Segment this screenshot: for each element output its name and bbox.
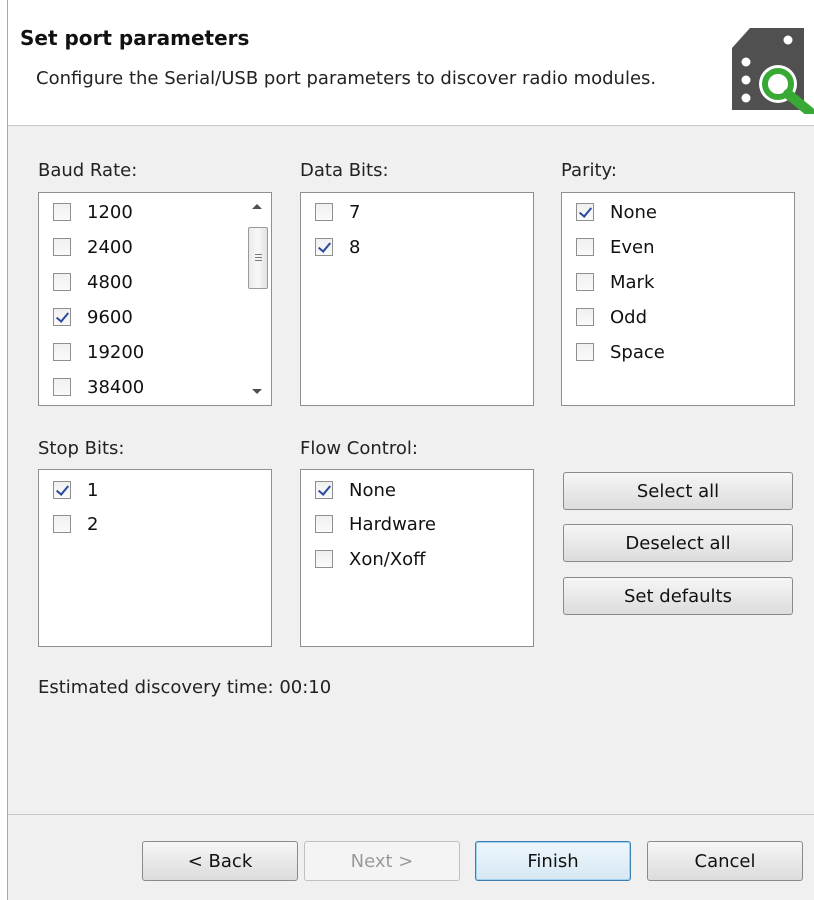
item-label: 9600 xyxy=(87,306,133,328)
checkbox[interactable] xyxy=(315,550,333,568)
back-button[interactable]: < Back xyxy=(142,841,298,881)
data-bits-label: Data Bits: xyxy=(300,160,389,181)
item-label: 8 xyxy=(349,236,361,258)
stop-bits-item-1[interactable]: 1 xyxy=(53,476,98,504)
checkbox[interactable] xyxy=(576,273,594,291)
baud-rate-item-38400[interactable]: 38400 xyxy=(53,373,144,401)
item-label: Mark xyxy=(610,271,655,293)
set-defaults-button[interactable]: Set defaults xyxy=(563,577,793,615)
parity-item-space[interactable]: Space xyxy=(576,338,665,366)
item-label: Space xyxy=(610,341,665,363)
scroll-up-arrow-icon[interactable] xyxy=(252,204,262,209)
checkbox[interactable] xyxy=(53,515,71,533)
stop-bits-label: Stop Bits: xyxy=(38,438,125,459)
checkbox[interactable] xyxy=(315,238,333,256)
item-label: 38400 xyxy=(87,376,145,398)
scrollbar-thumb[interactable] xyxy=(248,227,268,289)
cancel-button[interactable]: Cancel xyxy=(647,841,803,881)
finish-button[interactable]: Finish xyxy=(475,841,631,881)
checkbox[interactable] xyxy=(53,343,71,361)
baud-rate-scrollbar[interactable] xyxy=(243,193,271,405)
checkbox[interactable] xyxy=(53,308,71,326)
flow-control-item-xon-xoff[interactable]: Xon/Xoff xyxy=(315,545,426,573)
parity-item-even[interactable]: Even xyxy=(576,233,655,261)
baud-rate-item-2400[interactable]: 2400 xyxy=(53,233,133,261)
item-label: Odd xyxy=(610,306,648,328)
baud-rate-item-19200[interactable]: 19200 xyxy=(53,338,144,366)
flow-control-item-none[interactable]: None xyxy=(315,476,396,504)
serial-port-search-icon xyxy=(732,28,814,114)
item-label: 19200 xyxy=(87,341,145,363)
page-title: Set port parameters xyxy=(20,26,250,50)
checkbox[interactable] xyxy=(53,238,71,256)
item-label: None xyxy=(610,201,657,223)
data-bits-item-8[interactable]: 8 xyxy=(315,233,360,261)
item-label: 7 xyxy=(349,201,361,223)
stop-bits-list[interactable]: 1 2 xyxy=(38,469,272,647)
footer-divider xyxy=(8,814,814,815)
checkbox[interactable] xyxy=(315,203,333,221)
parity-item-odd[interactable]: Odd xyxy=(576,303,647,331)
checkbox[interactable] xyxy=(53,273,71,291)
parity-label: Parity: xyxy=(561,160,617,181)
wizard-header: Set port parameters Configure the Serial… xyxy=(8,0,814,126)
flow-control-item-hardware[interactable]: Hardware xyxy=(315,510,436,538)
item-label: 2400 xyxy=(87,236,133,258)
checkbox[interactable] xyxy=(576,308,594,326)
item-label: Xon/Xoff xyxy=(349,548,426,570)
item-label: Hardware xyxy=(349,513,436,535)
baud-rate-item-4800[interactable]: 4800 xyxy=(53,268,133,296)
data-bits-item-7[interactable]: 7 xyxy=(315,198,360,226)
checkbox[interactable] xyxy=(315,481,333,499)
window-left-edge xyxy=(0,0,8,900)
flow-control-label: Flow Control: xyxy=(300,438,418,459)
parity-item-mark[interactable]: Mark xyxy=(576,268,654,296)
data-bits-list[interactable]: 7 8 xyxy=(300,192,534,406)
page-description: Configure the Serial/USB port parameters… xyxy=(36,68,657,89)
item-label: 1 xyxy=(87,479,99,501)
parity-item-none[interactable]: None xyxy=(576,198,657,226)
item-label: 4800 xyxy=(87,271,133,293)
item-label: 2 xyxy=(87,513,99,535)
baud-rate-list[interactable]: 1200 2400 4800 9600 19200 38400 xyxy=(38,192,272,406)
stop-bits-item-2[interactable]: 2 xyxy=(53,510,98,538)
estimated-discovery-time: Estimated discovery time: 00:10 xyxy=(38,677,332,698)
checkbox[interactable] xyxy=(576,343,594,361)
flow-control-list[interactable]: None Hardware Xon/Xoff xyxy=(300,469,534,647)
item-label: None xyxy=(349,479,396,501)
checkbox[interactable] xyxy=(53,481,71,499)
parity-list[interactable]: None Even Mark Odd Space xyxy=(561,192,795,406)
checkbox[interactable] xyxy=(576,203,594,221)
deselect-all-button[interactable]: Deselect all xyxy=(563,524,793,562)
checkbox[interactable] xyxy=(53,203,71,221)
item-label: Even xyxy=(610,236,655,258)
checkbox[interactable] xyxy=(576,238,594,256)
scroll-down-arrow-icon[interactable] xyxy=(252,389,262,394)
item-label: 1200 xyxy=(87,201,133,223)
select-all-button[interactable]: Select all xyxy=(563,472,793,510)
checkbox[interactable] xyxy=(53,378,71,396)
checkbox[interactable] xyxy=(315,515,333,533)
baud-rate-label: Baud Rate: xyxy=(38,160,138,181)
baud-rate-item-9600[interactable]: 9600 xyxy=(53,303,133,331)
baud-rate-item-1200[interactable]: 1200 xyxy=(53,198,133,226)
next-button[interactable]: Next > xyxy=(304,841,460,881)
